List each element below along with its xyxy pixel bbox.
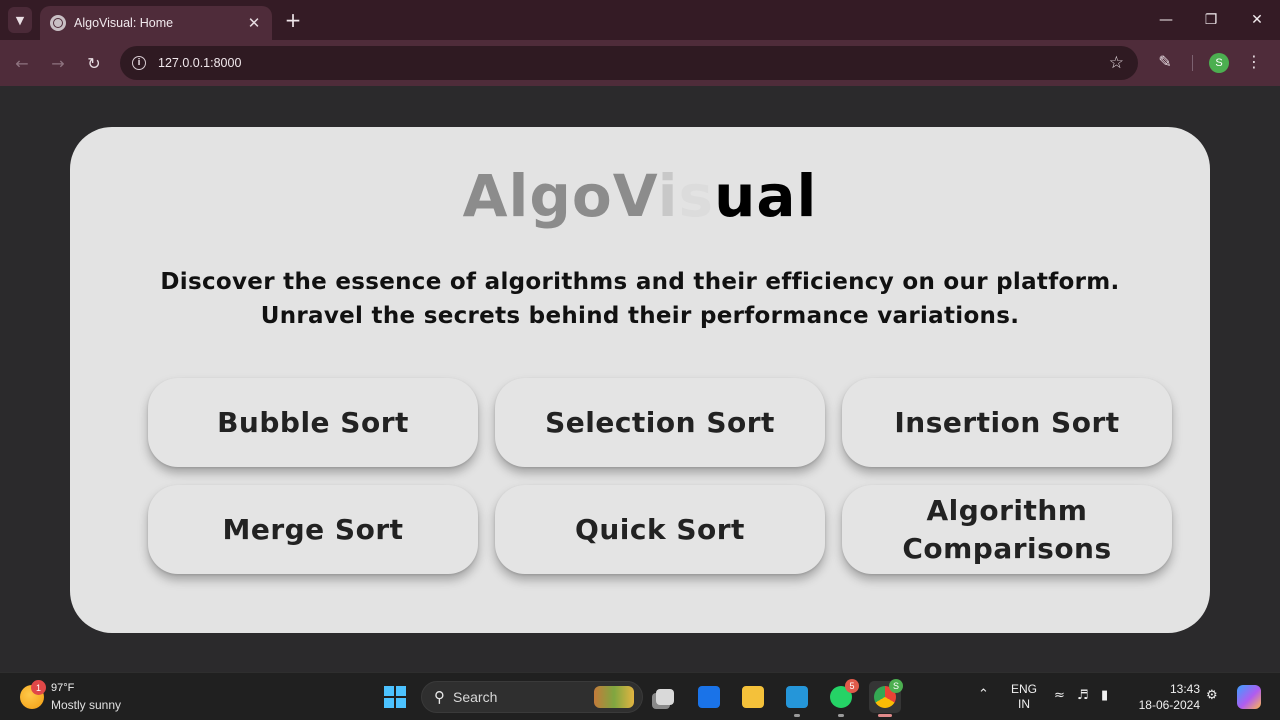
clock[interactable]: 13:43 18-06-2024 [1130, 681, 1200, 713]
brand-part-1: AlgoV [462, 162, 658, 230]
file-explorer-icon[interactable] [737, 681, 769, 713]
browser-tab[interactable]: AlgoVisual: Home ✕ [40, 6, 272, 40]
toolbar-divider [1192, 55, 1193, 71]
notification-bell-icon[interactable]: ⚙ [1206, 688, 1218, 703]
tagline-line-1: Discover the essence of algorithms and t… [160, 269, 1120, 295]
clock-date: 18-06-2024 [1138, 698, 1200, 712]
merge-sort-button[interactable]: Merge Sort [148, 485, 478, 574]
brand-part-4: ual [714, 162, 818, 230]
language-indicator[interactable]: ENG IN [1010, 682, 1038, 712]
region-code: IN [1018, 697, 1030, 711]
clock-time: 13:43 [1169, 682, 1200, 696]
taskbar: 1 97°F Mostly sunny ⚲ Search 5 S ⌃ ENG I… [0, 672, 1280, 720]
hero-card: AlgoVisual Discover the essence of algor… [70, 127, 1210, 633]
star-icon[interactable]: ☆ [1109, 53, 1124, 73]
vscode-icon[interactable] [781, 681, 813, 717]
task-view-icon[interactable] [649, 681, 681, 713]
window-close-icon[interactable]: ✕ [1234, 8, 1280, 32]
brand-part-2: i [657, 162, 679, 230]
selection-sort-button[interactable]: Selection Sort [495, 378, 825, 467]
kebab-menu-icon[interactable]: ⋮ [1246, 52, 1262, 72]
page-viewport: AlgoVisual Discover the essence of algor… [0, 86, 1280, 672]
back-arrow-icon[interactable]: ← [10, 51, 34, 75]
search-highlight-image [594, 686, 634, 708]
tab-title: AlgoVisual: Home [74, 16, 174, 30]
whatsapp-icon[interactable]: 5 [825, 679, 859, 717]
copilot-icon[interactable] [1237, 685, 1261, 709]
info-icon[interactable]: i [132, 56, 146, 70]
language-code: ENG [1010, 682, 1037, 696]
weather-temperature[interactable]: 97°F [51, 682, 74, 694]
restore-icon[interactable]: ❐ [1188, 8, 1234, 32]
mail-icon[interactable] [693, 681, 725, 713]
minimize-icon[interactable]: — [1143, 8, 1189, 32]
battery-icon[interactable]: ▮ [1101, 688, 1108, 703]
algorithm-comparisons-button[interactable]: Algorithm Comparisons [842, 485, 1172, 574]
search-label: Search [453, 689, 498, 705]
browser-toolbar: ← → ↻ i 127.0.0.1:8000 ☆ [0, 40, 1280, 86]
reload-icon[interactable]: ↻ [82, 51, 106, 75]
wifi-icon[interactable]: ≈ [1054, 688, 1065, 703]
puzzle-icon[interactable]: ✎ [1155, 51, 1175, 71]
profile-avatar[interactable]: S [1209, 53, 1229, 73]
search-icon: ⚲ [434, 688, 445, 706]
chrome-profile-badge: S [889, 679, 903, 693]
new-tab-plus-icon[interactable]: + [282, 8, 304, 32]
quick-sort-button[interactable]: Quick Sort [495, 485, 825, 574]
address-bar[interactable]: i 127.0.0.1:8000 ☆ [120, 46, 1138, 80]
windows-start-icon[interactable] [384, 686, 406, 708]
weather-badge: 1 [31, 680, 46, 695]
forward-arrow-icon[interactable]: → [46, 51, 70, 75]
globe-icon [50, 15, 66, 31]
taskbar-search-box[interactable]: ⚲ Search [421, 681, 643, 713]
insertion-sort-button[interactable]: Insertion Sort [842, 378, 1172, 467]
tagline: Discover the essence of algorithms and t… [70, 265, 1210, 333]
brand-part-3: s [678, 162, 715, 230]
browser-titlebar: ▼ AlgoVisual: Home ✕ + — ❐ ✕ [0, 0, 1280, 40]
url-text[interactable]: 127.0.0.1:8000 [158, 56, 241, 70]
chevron-up-icon[interactable]: ⌃ [978, 687, 989, 702]
volume-icon[interactable]: ♬ [1077, 688, 1089, 703]
weather-description[interactable]: Mostly sunny [51, 698, 121, 712]
chrome-icon[interactable]: S [869, 679, 903, 717]
brand-title: AlgoVisual [70, 161, 1210, 231]
tagline-line-2: Unravel the secrets behind their perform… [260, 303, 1020, 329]
tab-search-chevron-down-icon[interactable]: ▼ [8, 7, 32, 33]
close-icon[interactable]: ✕ [246, 14, 262, 32]
whatsapp-badge: 5 [845, 679, 859, 693]
active-indicator [878, 714, 892, 717]
running-indicator [838, 714, 844, 717]
running-indicator [794, 714, 800, 717]
bubble-sort-button[interactable]: Bubble Sort [148, 378, 478, 467]
